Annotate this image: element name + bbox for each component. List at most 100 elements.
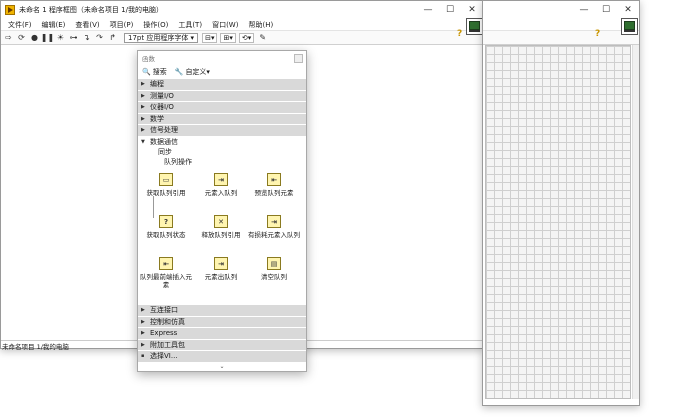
menu-window[interactable]: 窗口(W): [207, 20, 243, 30]
context-help-icon[interactable]: ?: [457, 29, 462, 39]
font-selector[interactable]: 17pt 应用程序字体 ▾: [124, 32, 199, 43]
fp-maximize-button[interactable]: ☐: [595, 5, 617, 15]
step-over-icon[interactable]: ↷: [94, 33, 105, 43]
step-out-icon[interactable]: ↱: [107, 33, 118, 43]
collapse-arrow-icon: ▼: [141, 138, 145, 145]
category-instrument-io[interactable]: ▶ 仪器I/O: [138, 101, 306, 113]
preview-queue-icon: ⇤: [267, 173, 281, 186]
category-label: 数据通信: [150, 137, 178, 146]
select-vi-icon: ▪: [141, 353, 145, 360]
customize-button[interactable]: 🔧 自定义▾: [175, 67, 210, 77]
func-label: 有损耗元素入队列: [248, 231, 300, 239]
func-label: 元素入队列: [204, 189, 238, 197]
font-selector-label: 17pt 应用程序字体: [128, 33, 189, 42]
front-panel-window: — ☐ ✕ ?: [482, 0, 640, 406]
highlight-execution-icon[interactable]: ☀: [55, 33, 66, 43]
expand-arrow-icon: ▶: [141, 104, 145, 111]
select-vi-label: 选择VI...: [150, 352, 178, 361]
search-icon: 🔍: [142, 67, 151, 76]
category-express[interactable]: ▶ Express: [138, 327, 306, 339]
func-lossy-enqueue[interactable]: ⇥ 有损耗元素入队列: [248, 215, 300, 239]
func-queue-status[interactable]: ? 获取队列状态: [140, 215, 192, 239]
dequeue-icon: ⇥: [214, 257, 228, 270]
enqueue-icon: ⇥: [214, 173, 228, 186]
menu-operate[interactable]: 操作(O): [138, 20, 173, 30]
expand-arrow-icon: ▶: [141, 307, 145, 314]
fp-menu-bar: [483, 19, 639, 31]
category-programming[interactable]: ▶ 编程: [138, 78, 306, 90]
expand-arrow-icon: ▶: [141, 127, 145, 134]
category-signal-processing[interactable]: ▶ 信号处理: [138, 124, 306, 136]
retain-wire-values-icon[interactable]: ⊶: [68, 33, 79, 43]
menu-tools[interactable]: 工具(T): [173, 20, 207, 30]
menu-help[interactable]: 帮助(H): [243, 20, 278, 30]
category-label: 编程: [150, 80, 164, 89]
func-obtain-queue[interactable]: ▭ 获取队列引用: [140, 173, 192, 197]
menu-project[interactable]: 项目(P): [105, 20, 139, 30]
func-dequeue[interactable]: ⇥ 元素出队列: [195, 257, 247, 281]
functions-palette: 函数 🔍 搜索 🔧 自定义▾ ▶ 编程 ▶ 测量I/O ▶ 仪器I/O ▶ 数学 ▶ 信号处理…: [137, 50, 307, 372]
lossy-enqueue-icon: ⇥: [267, 215, 281, 228]
front-panel-grid[interactable]: [485, 45, 631, 399]
category-control-simulation[interactable]: ▶ 控制和仿真: [138, 315, 306, 327]
category-label: Express: [150, 329, 178, 338]
func-label: 预览队列元素: [254, 189, 294, 197]
menu-bar: 文件(F) 编辑(E) 查看(V) 项目(P) 操作(O) 工具(T) 窗口(W…: [1, 19, 483, 31]
category-measurement-io[interactable]: ▶ 测量I/O: [138, 89, 306, 101]
front-panel-titlebar[interactable]: — ☐ ✕: [483, 1, 639, 19]
customize-label: 自定义▾: [185, 67, 210, 76]
fp-close-button[interactable]: ✕: [617, 5, 639, 15]
category-label: 控制和仿真: [150, 317, 185, 326]
category-mathematics[interactable]: ▶ 数学: [138, 112, 306, 124]
align-objects-dropdown[interactable]: ⊟▾: [202, 32, 218, 43]
sub-item-queue-operations[interactable]: 队列操作: [138, 157, 306, 167]
func-label: 队列最前端插入元素: [140, 273, 192, 289]
abort-icon[interactable]: ●: [29, 33, 40, 43]
sub-item-synchronization[interactable]: 同步: [138, 147, 306, 157]
func-label: 清空队列: [261, 273, 287, 281]
minimize-button[interactable]: —: [417, 5, 439, 15]
func-preview-queue[interactable]: ⇤ 预览队列元素: [248, 173, 300, 197]
search-label: 搜索: [152, 67, 167, 76]
fp-vi-icon[interactable]: [621, 18, 638, 35]
pin-icon[interactable]: [294, 54, 303, 63]
flush-queue-icon: ▤: [267, 257, 281, 270]
menu-file[interactable]: 文件(F): [3, 20, 37, 30]
clean-up-diagram-icon[interactable]: ✎: [257, 33, 268, 43]
step-into-icon[interactable]: ↴: [81, 33, 92, 43]
fp-minimize-button[interactable]: —: [573, 5, 595, 15]
fp-toolbar: [483, 31, 639, 45]
release-queue-icon: ✕: [214, 215, 228, 228]
func-enqueue[interactable]: ⇥ 元素入队列: [195, 173, 247, 197]
menu-view[interactable]: 查看(V): [70, 20, 104, 30]
run-arrow-icon[interactable]: ⇨: [3, 33, 14, 43]
func-enqueue-front[interactable]: ⇤ 队列最前端插入元素: [140, 257, 192, 289]
run-continuous-icon[interactable]: ⟳: [16, 33, 27, 43]
category-addons[interactable]: ▶ 附加工具包: [138, 338, 306, 350]
select-vi-item[interactable]: ▪ 选择VI...: [138, 350, 306, 362]
vi-icon[interactable]: [466, 18, 483, 35]
category-data-communication[interactable]: ▼ 数据通信: [138, 135, 306, 147]
palette-title: 函数: [142, 55, 155, 63]
fp-vertical-scrollbar[interactable]: [632, 45, 639, 399]
pause-icon[interactable]: ❚❚: [41, 33, 54, 43]
expand-arrow-icon: ▶: [141, 81, 145, 88]
distribute-objects-dropdown[interactable]: ⊞▾: [220, 32, 236, 43]
block-diagram-titlebar[interactable]: 未命名 1 程序框图（未命名项目 1/我的电脑） — ☐ ✕: [1, 1, 483, 19]
func-release-queue[interactable]: ✕ 释放队列引用: [195, 215, 247, 239]
expand-arrow-icon: ▶: [141, 341, 145, 348]
func-flush-queue[interactable]: ▤ 清空队列: [248, 257, 300, 281]
expand-arrow-icon: ▶: [141, 115, 145, 122]
menu-edit[interactable]: 编辑(E): [37, 20, 71, 30]
queue-functions-grid: ▭ 获取队列引用 ⇥ 元素入队列 ⇤ 预览队列元素 ? 获取队列状态 ✕ 释放队…: [138, 167, 306, 304]
fp-context-help-icon[interactable]: ?: [595, 29, 600, 39]
close-button[interactable]: ✕: [461, 5, 483, 15]
search-button[interactable]: 🔍 搜索: [142, 67, 167, 77]
category-label: 附加工具包: [150, 340, 185, 349]
reorder-dropdown[interactable]: ⟲▾: [238, 32, 255, 43]
category-connectivity[interactable]: ▶ 互连接口: [138, 304, 306, 316]
maximize-button[interactable]: ☐: [439, 5, 461, 15]
show-more-chevron-icon[interactable]: ⌄: [138, 362, 306, 372]
func-label: 元素出队列: [204, 273, 238, 281]
category-label: 仪器I/O: [150, 103, 174, 112]
